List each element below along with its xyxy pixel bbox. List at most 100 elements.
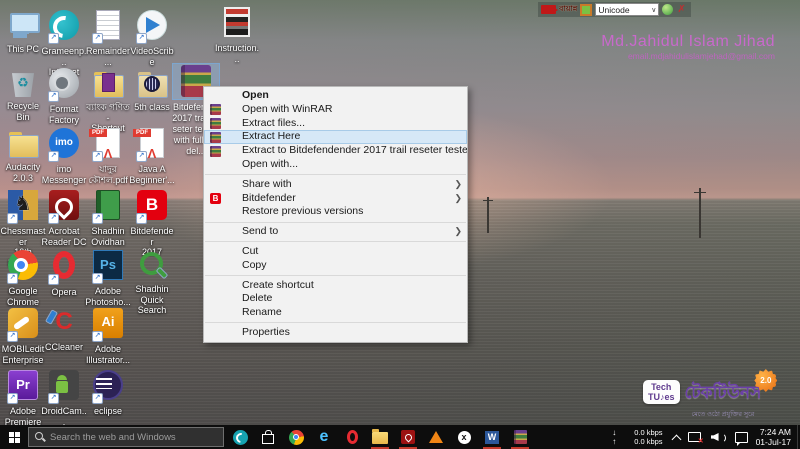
menu-item-open-with[interactable]: Open with...	[204, 158, 467, 172]
dictionary-book-icon	[96, 190, 120, 220]
menu-item-extract-files[interactable]: Extract files...	[204, 117, 467, 131]
folder-icon	[6, 126, 40, 160]
taskbar-clock[interactable]: 7:24 AM 01-Jul-17	[756, 427, 791, 447]
owner-email: email.mdjahidulislamjehad@gmail.com	[627, 51, 775, 61]
videoscribe-icon	[137, 10, 167, 40]
desktop-icon-shadhin-quick-search[interactable]: Shadhin Quick Search	[129, 248, 175, 316]
imo-icon: imo	[49, 128, 79, 158]
desktop-icon-recycle-bin[interactable]: Recycle Bin	[0, 66, 46, 122]
encoding-dropdown[interactable]: Unicode ∨	[595, 3, 660, 16]
language-bar[interactable]: বায়ান্ন Unicode ∨	[538, 2, 692, 17]
pdf-icon	[96, 128, 120, 158]
menu-item-open[interactable]: Open	[204, 89, 467, 103]
desktop-icon-mobiledit[interactable]: MOBILedit Enterprise	[0, 306, 46, 365]
volume-icon[interactable]	[711, 431, 726, 443]
taskbar-winrar[interactable]	[508, 425, 532, 449]
menu-item-restore-previous-versions[interactable]: Restore previous versions	[204, 205, 467, 219]
menu-item-share-with[interactable]: Share with ❯	[204, 178, 467, 192]
layout-skin-icon[interactable]	[580, 3, 593, 16]
menu-item-delete[interactable]: Delete	[204, 292, 467, 306]
word-icon: W	[485, 430, 499, 444]
acrobat-icon	[49, 190, 79, 220]
taskbar-xbox[interactable]: x	[452, 425, 476, 449]
desktop-icon-ccleaner[interactable]: C CCleaner	[41, 306, 87, 353]
tools-icon[interactable]	[676, 4, 688, 15]
opera-icon	[53, 251, 75, 279]
desktop-icon-eclipse[interactable]: eclipse	[85, 368, 131, 417]
folder-icon	[372, 429, 388, 444]
taskbar-opera[interactable]	[340, 425, 364, 449]
action-center-icon[interactable]	[734, 431, 748, 446]
winrar-icon	[210, 104, 221, 116]
menu-item-bitdefender[interactable]: B Bitdefender ❯	[204, 192, 467, 206]
menu-item-extract-to[interactable]: Extract to Bitdefendender 2017 trail res…	[204, 144, 467, 158]
desktop-icon-opera[interactable]: Opera	[41, 248, 87, 298]
image-thumbnail-icon	[224, 7, 250, 37]
desktop-icon-droidcam[interactable]: DroidCam...	[41, 368, 87, 427]
taskbar-search[interactable]: Search the web and Windows	[28, 427, 224, 447]
power-pole	[487, 197, 489, 233]
recycle-bin-icon	[8, 67, 38, 99]
desktop-icon-photoshop[interactable]: PsAdobe Photosho...	[85, 248, 131, 307]
tray-expand-chevron-icon[interactable]	[671, 434, 682, 444]
desktop-icon-imo-messenger[interactable]: imoimo Messenger	[41, 126, 87, 185]
taskbar-store[interactable]	[256, 425, 280, 449]
desktop-icon-java-beginners-pdf[interactable]: Java A Beginner'...	[129, 126, 175, 185]
network-speed-values[interactable]: 0.0 kbps 0.0 kbps	[634, 428, 662, 446]
desktop-icon-bank-math-shortcut[interactable]: ব্যাংক গণিত - Shortcut	[85, 66, 131, 134]
desktop-icon-acrobat-reader[interactable]: Acrobat Reader DC	[41, 188, 87, 247]
taskbar-acrobat[interactable]	[396, 425, 420, 449]
power-pole-crossarm	[694, 192, 706, 193]
taskbar-file-explorer[interactable]	[368, 425, 392, 449]
desktop-icon-audacity[interactable]: Audacity 2.0.3	[0, 126, 46, 183]
menu-separator	[205, 322, 466, 324]
submenu-arrow-icon: ❯	[454, 226, 462, 237]
opera-icon	[346, 430, 358, 444]
acrobat-icon	[401, 430, 415, 444]
menu-item-send-to[interactable]: Send to ❯	[204, 225, 467, 239]
desktop-icon-this-pc[interactable]: This PC	[0, 8, 46, 55]
taskbar-vlc[interactable]	[424, 425, 448, 449]
menu-item-create-shortcut[interactable]: Create shortcut	[204, 279, 467, 293]
desktop-icon-illustrator[interactable]: AiAdobe Illustrator...	[85, 306, 131, 365]
winrar-icon	[210, 118, 221, 130]
download-arrow-icon: ↓	[612, 428, 617, 437]
owner-signature: Md.Jahidul Islam Jihad email.mdjahidulis…	[601, 33, 775, 61]
desktop-icon-videoscribe[interactable]: VideoScribe	[129, 8, 175, 67]
illustrator-icon: Ai	[93, 308, 123, 338]
taskbar-edge[interactable]: e	[312, 425, 336, 449]
desktop-icon-remainder[interactable]: Remainder...	[85, 8, 131, 67]
power-pole	[699, 188, 701, 238]
folder-icon	[135, 66, 169, 100]
network-status-icon[interactable]	[687, 432, 704, 445]
taskbar-grameenphone[interactable]	[228, 425, 252, 449]
desktop: বায়ান্ন Unicode ∨ Md.Jahidul Islam Jiha…	[0, 0, 800, 449]
desktop-icon-shadhin-ovidhan[interactable]: Shadhin Ovidhan	[85, 188, 131, 247]
keyboard-orb-icon[interactable]	[662, 4, 674, 15]
menu-separator	[205, 174, 466, 176]
taskbar-chrome[interactable]	[284, 425, 308, 449]
submenu-arrow-icon: ❯	[454, 178, 462, 189]
eclipse-icon	[93, 370, 123, 400]
menu-item-properties[interactable]: Properties	[204, 326, 467, 340]
bitdefender-icon: B	[137, 190, 167, 220]
winrar-icon	[210, 131, 221, 143]
bitdefender-icon: B	[210, 193, 221, 205]
desktop-icon-google-chrome[interactable]: Google Chrome	[0, 248, 46, 307]
chevron-down-icon: ∨	[651, 6, 657, 14]
desktop-icon-format-factory[interactable]: Format Factory	[41, 66, 87, 125]
start-button[interactable]	[0, 425, 28, 449]
desktop-icon-magic-pdf[interactable]: যাদুর কৌশল.pdf	[85, 126, 131, 185]
taskbar-word[interactable]: W	[480, 425, 504, 449]
menu-item-rename[interactable]: Rename	[204, 306, 467, 320]
desktop-icon-instruction[interactable]: Instruction...	[214, 5, 260, 64]
menu-item-extract-here[interactable]: Extract Here	[204, 130, 467, 145]
menu-item-cut[interactable]: Cut	[204, 245, 467, 259]
system-tray: ↓ ↑ 0.0 kbps 0.0 kbps 7:24 AM 01-Jul-17	[612, 425, 800, 449]
menu-item-open-with-winrar[interactable]: Open with WinRAR	[204, 103, 467, 117]
menu-separator	[205, 241, 466, 243]
mobiledit-icon	[8, 308, 38, 338]
desktop-icon-5th-class[interactable]: 5th class	[129, 66, 175, 113]
menu-item-copy[interactable]: Copy	[204, 259, 467, 273]
date: 01-Jul-17	[755, 437, 791, 447]
